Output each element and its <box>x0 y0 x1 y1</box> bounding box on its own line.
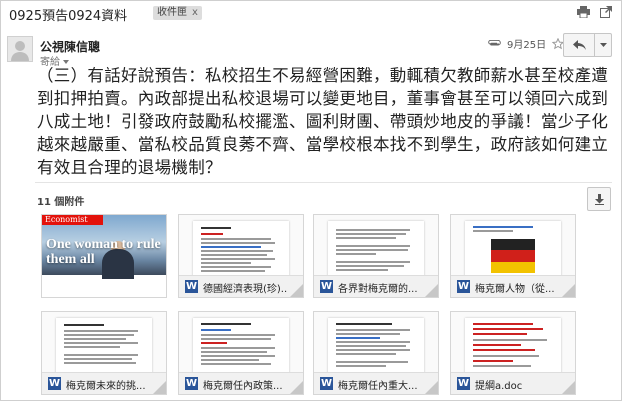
attachment-filename: 各界對梅克爾的... <box>338 284 418 295</box>
word-doc-icon: W <box>185 377 198 390</box>
new-window-icon[interactable] <box>600 6 612 18</box>
attachment-card[interactable]: W 梅克爾未來的挑... <box>41 311 167 395</box>
message-body: （三）有話好說預告：私校招生不易經營困難，動輒積欠教師薪水甚至校產遭到扣押拍賣。… <box>37 66 609 177</box>
more-actions-button[interactable] <box>595 33 612 57</box>
word-doc-icon: W <box>457 377 470 390</box>
attachment-card[interactable]: Economist One woman to rule them all <box>41 214 167 298</box>
attachment-preview <box>42 312 166 372</box>
attachment-card[interactable]: W 梅克爾人物（從... <box>450 214 576 298</box>
attachment-preview <box>451 215 575 275</box>
document-thumbnail <box>465 221 561 275</box>
document-thumbnail <box>465 318 561 372</box>
paperclip-icon <box>488 39 501 45</box>
attachment-preview <box>179 312 303 372</box>
attachment-preview <box>314 215 438 275</box>
subject-bar: 0925預告0924資料 收件匣 x <box>0 0 620 28</box>
print-icon[interactable] <box>577 6 590 18</box>
attachment-card[interactable]: W 梅克爾任內政策... <box>178 311 304 395</box>
divider <box>35 182 612 183</box>
chevron-down-icon <box>599 43 607 47</box>
economist-logo: Economist <box>42 215 103 225</box>
word-doc-icon: W <box>320 377 333 390</box>
message-meta: 9月25日 <box>487 36 565 51</box>
person-icon <box>11 41 29 61</box>
message-date: 9月25日 <box>507 40 547 51</box>
download-all-button[interactable] <box>587 187 611 211</box>
document-thumbnail <box>328 221 424 275</box>
subject-title: 0925預告0924資料 <box>9 9 128 24</box>
attachment-image-preview: Economist One woman to rule them all <box>42 215 166 279</box>
word-doc-icon: W <box>457 280 470 293</box>
attachment-filename: 提綱a.doc <box>475 381 523 392</box>
attachment-preview <box>451 312 575 372</box>
attachment-preview <box>314 312 438 372</box>
attachment-card[interactable]: W 提綱a.doc <box>450 311 576 395</box>
label-chip-text: 收件匣 <box>157 7 187 18</box>
german-flag-photo <box>491 239 535 273</box>
document-thumbnail <box>193 318 289 372</box>
attachment-count: 11 個附件 <box>37 197 85 208</box>
label-chip-inbox[interactable]: 收件匣 x <box>153 6 202 20</box>
attachment-card[interactable]: W 德國經濟表現(珍)... <box>178 214 304 298</box>
attachment-filename: 梅克爾任內重大... <box>338 381 418 392</box>
download-icon <box>594 193 604 205</box>
label-remove-button[interactable]: x <box>192 7 198 18</box>
avatar <box>7 36 33 62</box>
economist-headline: One woman to rule them all <box>46 237 161 267</box>
reply-button[interactable] <box>563 33 595 57</box>
attachment-filename: 梅克爾未來的挑... <box>66 381 146 392</box>
document-thumbnail <box>56 318 152 372</box>
attachment-card[interactable]: W 梅克爾任內重大... <box>313 311 439 395</box>
document-thumbnail <box>328 318 424 372</box>
attachment-filename: 德國經濟表現(珍)... <box>203 284 287 295</box>
attachment-card[interactable]: W 各界對梅克爾的... <box>313 214 439 298</box>
attachment-preview <box>179 215 303 275</box>
document-thumbnail <box>193 221 289 275</box>
word-doc-icon: W <box>320 280 333 293</box>
word-doc-icon: W <box>185 280 198 293</box>
attachment-filename: 梅克爾任內政策... <box>203 381 283 392</box>
word-doc-icon: W <box>48 377 61 390</box>
attachment-filename: 梅克爾人物（從... <box>475 284 555 295</box>
reply-icon <box>572 40 586 50</box>
